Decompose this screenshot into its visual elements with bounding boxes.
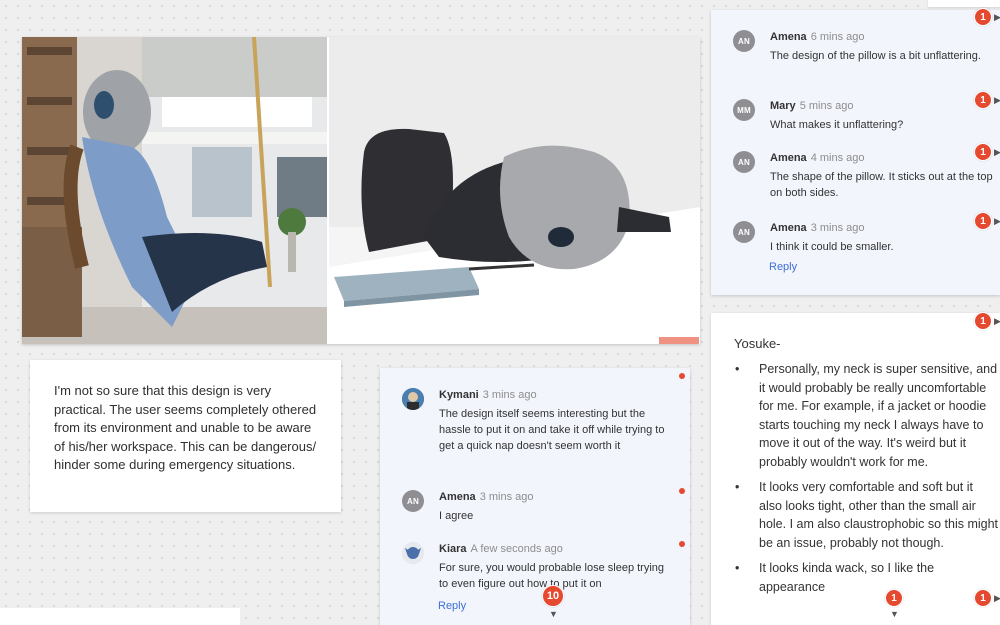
avatar: MM: [733, 99, 755, 121]
note-text: I'm not so sure that this design is very…: [54, 383, 317, 472]
bullet-icon: •: [735, 362, 740, 376]
caret-down-icon[interactable]: ▼: [549, 609, 558, 619]
comment-author: Amena: [770, 222, 807, 234]
comment-time: 3 mins ago: [479, 491, 534, 503]
comment-author: Amena: [439, 491, 476, 503]
caret-right-icon[interactable]: ▶: [994, 95, 1000, 106]
feedback-list: • Personally, my neck is super sensitive,…: [733, 360, 999, 603]
reply-link[interactable]: Reply: [438, 600, 466, 612]
desk-pillow-photo: [329, 37, 700, 344]
comment-author: Mary: [770, 100, 796, 112]
list-item: • Personally, my neck is super sensitive,…: [733, 360, 999, 471]
comment-text: The design of the pillow is a bit unflat…: [770, 50, 981, 62]
photo-card[interactable]: [22, 37, 700, 344]
office-hammock-photo: [22, 37, 327, 344]
comment-text: I agree: [439, 510, 474, 522]
unread-dot: [679, 373, 685, 379]
comment-time: A few seconds ago: [470, 543, 563, 555]
avatar: AN: [733, 151, 755, 173]
avatar: AN: [402, 490, 424, 512]
caret-right-icon[interactable]: ▶: [994, 593, 1000, 604]
comment-text: The shape of the pillow. It sticks out a…: [770, 171, 993, 199]
bullet-icon: •: [735, 480, 740, 494]
card-edge: [0, 608, 240, 625]
list-item-text: It looks very comfortable and soft but i…: [759, 480, 999, 550]
comment-count-badge[interactable]: 1: [974, 589, 992, 607]
list-item: • It looks very comfortable and soft but …: [733, 478, 999, 552]
avatar: AN: [733, 30, 755, 52]
comment-author: Amena: [770, 152, 807, 164]
feedback-heading: Yosuke-: [734, 336, 781, 351]
comment-time: 5 mins ago: [799, 100, 854, 112]
caret-right-icon[interactable]: ▶: [994, 147, 1000, 158]
caret-right-icon[interactable]: ▶: [994, 12, 1000, 23]
comment-thread-bottom[interactable]: Kymani 3 mins ago The design itself seems…: [380, 368, 690, 625]
comment-count-badge[interactable]: 1: [974, 212, 992, 230]
avatar: AN: [733, 221, 755, 243]
comment-count-badge[interactable]: 1: [885, 589, 903, 607]
caret-right-icon[interactable]: ▶: [994, 316, 1000, 327]
sticky-note[interactable]: I'm not so sure that this design is very…: [30, 360, 341, 512]
avatar: [402, 542, 424, 564]
comment-count-badge[interactable]: 1: [974, 8, 992, 26]
comment-count-badge[interactable]: 1: [974, 143, 992, 161]
comment-time: 3 mins ago: [482, 389, 537, 401]
comment-text: What makes it unflattering?: [770, 119, 904, 131]
comment-author: Kiara: [439, 543, 467, 555]
comment-thread-top[interactable]: AN Amena 6 mins ago The design of the pil…: [711, 10, 1000, 295]
comment-count-badge[interactable]: 1: [974, 91, 992, 109]
caret-down-icon[interactable]: ▼: [890, 609, 899, 619]
comment-count-badge[interactable]: 1: [974, 312, 992, 330]
card-edge: [928, 0, 1000, 7]
list-item-text: Personally, my neck is super sensitive, …: [759, 362, 998, 469]
list-item: • It looks kinda wack, so I like the appe…: [733, 559, 999, 596]
comment-time: 4 mins ago: [810, 152, 865, 164]
comment-author: Amena: [770, 31, 807, 43]
comment-author: Kymani: [439, 389, 479, 401]
card-edge: [590, 608, 690, 625]
comment-text: I think it could be smaller.: [770, 241, 894, 253]
list-item-text: It looks kinda wack, so I like the appea…: [759, 561, 935, 594]
comment-text: The design itself seems interesting but …: [439, 408, 665, 452]
caret-right-icon[interactable]: ▶: [994, 216, 1000, 227]
unread-dot: [679, 488, 685, 494]
avatar: [402, 388, 424, 410]
comment-count-badge[interactable]: 10: [542, 585, 564, 607]
feedback-card[interactable]: Yosuke- • Personally, my neck is super se…: [711, 313, 1000, 625]
unread-dot: [679, 541, 685, 547]
reply-link[interactable]: Reply: [769, 261, 797, 273]
comment-time: 6 mins ago: [810, 31, 865, 43]
bullet-icon: •: [735, 561, 740, 575]
comment-time: 3 mins ago: [810, 222, 865, 234]
